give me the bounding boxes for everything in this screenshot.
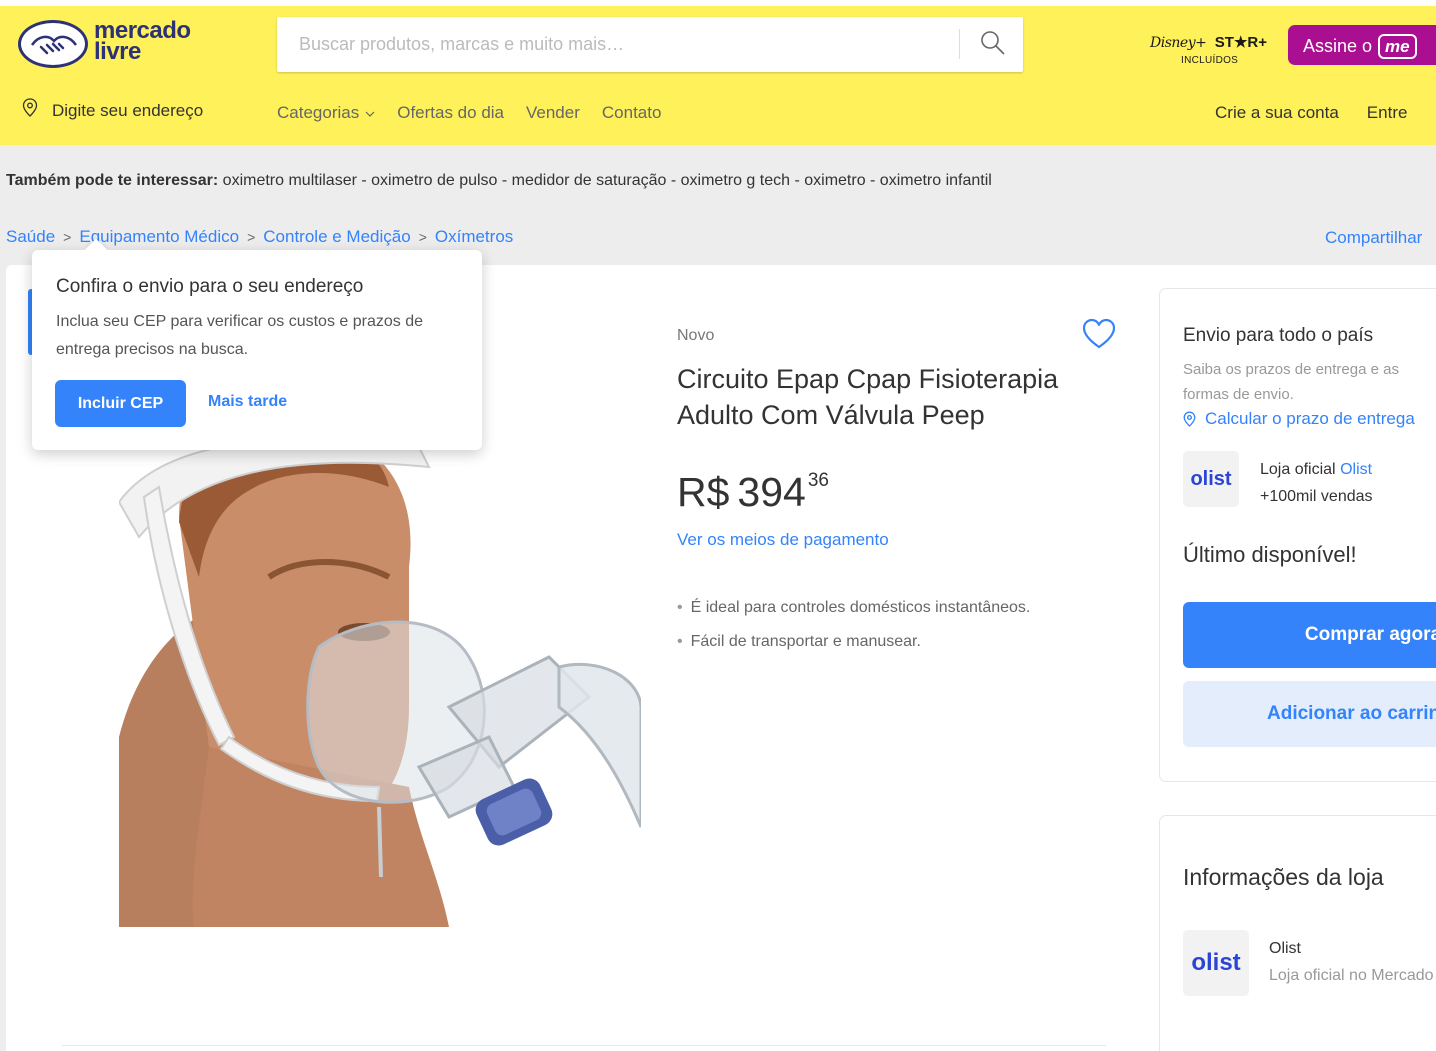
feature-list: É ideal para controles domésticos instan… (677, 591, 1031, 659)
account-links: Crie a sua conta Entre (1215, 103, 1407, 123)
breadcrumb: Saúde > Equipamento Médico > Controle e … (6, 227, 513, 247)
search-icon[interactable] (979, 29, 1007, 57)
search-box (277, 17, 1023, 72)
payment-methods-link[interactable]: Ver os meios de pagamento (677, 530, 889, 550)
buy-now-button[interactable]: Comprar agora (1183, 602, 1436, 668)
login-link[interactable]: Entre (1367, 103, 1408, 122)
top-strip (0, 0, 1436, 6)
price-currency: R$ (677, 469, 730, 515)
seller-prefix: Loja oficial (1260, 461, 1336, 478)
product-price: R$ 394 36 (677, 469, 829, 516)
breadcrumb-separator: > (63, 229, 72, 245)
nav-ofertas[interactable]: Ofertas do dia (397, 103, 504, 123)
breadcrumb-separator: > (418, 229, 427, 245)
store-info-title: Informações da loja (1183, 864, 1384, 890)
address-label: Digite seu endereço (52, 101, 204, 120)
create-account-link[interactable]: Crie a sua conta (1215, 103, 1339, 122)
meli-plus-badge: me (1378, 34, 1417, 59)
store-description: Loja oficial no Mercado Livre (1269, 967, 1436, 984)
price-cents: 36 (807, 470, 829, 491)
popover-title: Confira o envio para o seu endereço (56, 276, 364, 297)
store-name: Olist (1269, 940, 1301, 957)
popover-text: Inclua seu CEP para verificar os custos … (56, 313, 423, 358)
nav-categorias[interactable]: Categorias (277, 103, 375, 123)
location-pin-icon (1183, 411, 1196, 427)
promo-caption: INCLUÍDOS (1181, 55, 1239, 66)
chevron-down-icon (365, 111, 375, 117)
star-plus-logo: ST★R+ (1214, 34, 1267, 51)
calculate-shipping-link[interactable]: Calcular o prazo de entrega (1183, 409, 1415, 429)
feature-item: Fácil de transportar e manusear. (677, 625, 1030, 659)
seller-sales: +100mil vendas (1260, 488, 1373, 505)
store-logo[interactable]: olist (1183, 930, 1249, 996)
price-amount: 394 (737, 469, 806, 515)
subscribe-button[interactable]: Assine o me (1288, 25, 1436, 65)
nav-vender[interactable]: Vender (526, 103, 580, 123)
breadcrumb-separator: > (247, 229, 256, 245)
logo-text: mercado livre (94, 19, 191, 65)
section-divider (62, 1045, 1106, 1046)
logo-line-2: livre (94, 38, 141, 65)
nav-contato[interactable]: Contato (602, 103, 662, 123)
shipping-address-popover: Confira o envio para o seu endereço Incl… (32, 238, 482, 450)
disney-star-promo[interactable]: Disney+ ST★R+ INCLUÍDOS (1150, 33, 1280, 73)
breadcrumb-item-oximetros[interactable]: Oxímetros (435, 227, 513, 247)
product-title: Circuito Epap Cpap Fisioterapia Adulto C… (677, 364, 1059, 430)
subscribe-label: Assine o (1303, 36, 1373, 56)
calculate-shipping-label: Calcular o prazo de entrega (1205, 409, 1415, 428)
seller-name-link[interactable]: Olist (1340, 461, 1372, 478)
disney-plus-logo: Disney+ (1150, 35, 1207, 51)
breadcrumb-item-equipamento[interactable]: Equipamento Médico (79, 227, 239, 247)
header: mercado livre Disney+ ST★R+ INCLUÍDOS As… (0, 0, 1436, 145)
breadcrumb-item-controle[interactable]: Controle e Medição (263, 227, 410, 247)
add-to-cart-button[interactable]: Adicionar ao carrinho (1183, 681, 1436, 747)
main-nav: Categorias Ofertas do dia Vender Contato (277, 103, 661, 123)
search-input[interactable] (277, 17, 957, 72)
heart-icon[interactable] (1082, 318, 1116, 350)
location-pin-icon (22, 98, 38, 117)
seller-logo[interactable]: olist (1183, 451, 1239, 507)
feature-item: É ideal para controles domésticos instan… (677, 591, 1031, 625)
shipping-subtitle: Saiba os prazos de entrega e as formas d… (1183, 361, 1399, 403)
handshake-icon (18, 20, 88, 68)
stock-status: Último disponível! (1183, 542, 1357, 567)
store-info-box: Informações da loja olist Olist Loja ofi… (1159, 815, 1436, 1051)
address-selector[interactable]: Digite seu endereço (22, 96, 203, 126)
related-prefix: Também pode te interessar: (6, 172, 219, 189)
mercado-livre-logo[interactable]: mercado livre (18, 19, 208, 70)
share-link[interactable]: Compartilhar (1325, 228, 1422, 248)
seller-info: Loja oficial Olist +100mil vendas (1260, 456, 1373, 510)
related-links[interactable]: oximetro multilaser - oximetro de pulso … (223, 172, 992, 189)
include-cep-button[interactable]: Incluir CEP (55, 380, 186, 427)
nav-categorias-label: Categorias (277, 103, 360, 122)
product-condition: Novo (677, 327, 715, 344)
product-image[interactable] (119, 407, 641, 927)
later-button[interactable]: Mais tarde (208, 393, 287, 411)
breadcrumb-item-saude[interactable]: Saúde (6, 227, 55, 247)
shipping-title: Envio para todo o país (1183, 325, 1374, 346)
buy-box: Envio para todo o país Saiba os prazos d… (1159, 288, 1436, 782)
related-searches: Também pode te interessar: oximetro mult… (6, 172, 992, 190)
search-divider (959, 29, 960, 59)
